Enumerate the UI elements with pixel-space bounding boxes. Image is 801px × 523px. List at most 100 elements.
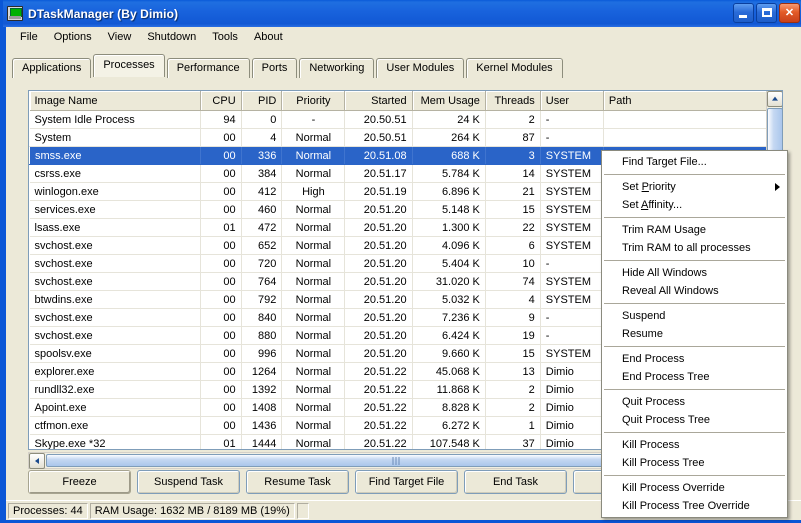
- cell-cpu: 00: [200, 363, 241, 381]
- table-header-row: Image Name CPU PID Priority Started Mem …: [30, 91, 782, 111]
- find-target-file-button[interactable]: Find Target File: [355, 470, 458, 494]
- table-row[interactable]: System004Normal20.50.51264 K87-: [30, 129, 782, 147]
- scroll-up-icon[interactable]: [767, 91, 783, 107]
- cell-threads: 37: [485, 435, 540, 451]
- context-menu-item-set-priority[interactable]: Set Priority: [602, 178, 787, 196]
- scroll-left-icon[interactable]: [29, 453, 45, 469]
- cell-priority: -: [282, 111, 345, 129]
- cell-user: Dimio: [540, 399, 603, 417]
- context-menu-item-resume[interactable]: Resume: [602, 325, 787, 343]
- cell-cpu: 01: [200, 219, 241, 237]
- col-threads[interactable]: Threads: [485, 91, 540, 111]
- cell-started: 20.51.20: [345, 219, 412, 237]
- cell-priority: Normal: [282, 399, 345, 417]
- cell-pid: 720: [241, 255, 282, 273]
- cell-cpu: 00: [200, 327, 241, 345]
- cell-priority: Normal: [282, 327, 345, 345]
- tab-applications[interactable]: Applications: [12, 58, 91, 78]
- cell-name: System: [30, 129, 201, 147]
- end-task-button[interactable]: End Task: [464, 470, 567, 494]
- cell-cpu: 00: [200, 345, 241, 363]
- cell-threads: 2: [485, 399, 540, 417]
- cell-priority: Normal: [282, 417, 345, 435]
- col-path[interactable]: Path: [603, 91, 781, 111]
- context-menu-separator: [604, 303, 785, 304]
- cell-pid: 336: [241, 147, 282, 165]
- cell-cpu: 00: [200, 237, 241, 255]
- context-menu-item-kill-process-override[interactable]: Kill Process Override: [602, 479, 787, 497]
- cell-pid: 880: [241, 327, 282, 345]
- context-menu-item-suspend[interactable]: Suspend: [602, 307, 787, 325]
- cell-threads: 15: [485, 201, 540, 219]
- cell-threads: 15: [485, 345, 540, 363]
- table-row[interactable]: System Idle Process940-20.50.5124 K2-: [30, 111, 782, 129]
- context-menu-item-quit-process[interactable]: Quit Process: [602, 393, 787, 411]
- cell-mem: 688 K: [412, 147, 485, 165]
- cell-threads: 2: [485, 111, 540, 129]
- cell-priority: Normal: [282, 219, 345, 237]
- menu-item-shutdown[interactable]: Shutdown: [139, 29, 204, 45]
- context-menu-item-kill-process-tree[interactable]: Kill Process Tree: [602, 454, 787, 472]
- tab-kernel-modules[interactable]: Kernel Modules: [466, 58, 562, 78]
- cell-pid: 1264: [241, 363, 282, 381]
- context-menu-item-end-process[interactable]: End Process: [602, 350, 787, 368]
- menu-item-tools[interactable]: Tools: [204, 29, 246, 45]
- cell-pid: 764: [241, 273, 282, 291]
- context-menu-item-set-affinity[interactable]: Set Affinity...: [602, 196, 787, 214]
- cell-threads: 21: [485, 183, 540, 201]
- context-menu-item-trim-ram-to-all-processes[interactable]: Trim RAM to all processes: [602, 239, 787, 257]
- tab-processes[interactable]: Processes: [93, 54, 164, 77]
- cell-threads: 14: [485, 165, 540, 183]
- col-user[interactable]: User: [540, 91, 603, 111]
- context-menu-item-kill-process-tree-override[interactable]: Kill Process Tree Override: [602, 497, 787, 515]
- cell-started: 20.51.08: [345, 147, 412, 165]
- cell-threads: 9: [485, 309, 540, 327]
- menu-item-view[interactable]: View: [100, 29, 140, 45]
- context-menu-item-end-process-tree[interactable]: End Process Tree: [602, 368, 787, 386]
- freeze-button[interactable]: Freeze: [28, 470, 131, 494]
- cell-user: -: [540, 309, 603, 327]
- cell-cpu: 00: [200, 129, 241, 147]
- maximize-button[interactable]: [756, 3, 777, 23]
- context-menu-item-quit-process-tree[interactable]: Quit Process Tree: [602, 411, 787, 429]
- tab-user-modules[interactable]: User Modules: [376, 58, 464, 78]
- context-menu-item-trim-ram-usage[interactable]: Trim RAM Usage: [602, 221, 787, 239]
- col-started[interactable]: Started: [345, 91, 412, 111]
- context-menu-separator: [604, 475, 785, 476]
- cell-pid: 792: [241, 291, 282, 309]
- cell-pid: 1436: [241, 417, 282, 435]
- tab-ports[interactable]: Ports: [252, 58, 298, 78]
- context-menu-item-reveal-all-windows[interactable]: Reveal All Windows: [602, 282, 787, 300]
- context-menu-item-kill-process[interactable]: Kill Process: [602, 436, 787, 454]
- cell-priority: Normal: [282, 435, 345, 451]
- cell-cpu: 00: [200, 165, 241, 183]
- cell-mem: 6.424 K: [412, 327, 485, 345]
- suspend-task-button[interactable]: Suspend Task: [137, 470, 240, 494]
- context-menu-item-find-target-file[interactable]: Find Target File...: [602, 153, 787, 171]
- context-menu-item-hide-all-windows[interactable]: Hide All Windows: [602, 264, 787, 282]
- cell-mem: 5.784 K: [412, 165, 485, 183]
- window-title: DTaskManager (By Dimio): [28, 7, 178, 21]
- col-image-name[interactable]: Image Name: [30, 91, 201, 111]
- cell-user: Dimio: [540, 417, 603, 435]
- cell-started: 20.51.20: [345, 309, 412, 327]
- cell-started: 20.51.22: [345, 399, 412, 417]
- menu-item-about[interactable]: About: [246, 29, 291, 45]
- minimize-button[interactable]: [733, 3, 754, 23]
- col-cpu[interactable]: CPU: [200, 91, 241, 111]
- resume-task-button[interactable]: Resume Task: [246, 470, 349, 494]
- menu-item-options[interactable]: Options: [46, 29, 100, 45]
- cell-cpu: 00: [200, 381, 241, 399]
- menu-item-file[interactable]: File: [12, 29, 46, 45]
- tab-performance[interactable]: Performance: [167, 58, 250, 78]
- cell-started: 20.51.20: [345, 255, 412, 273]
- col-priority[interactable]: Priority: [282, 91, 345, 111]
- cell-name: svchost.exe: [30, 273, 201, 291]
- tab-networking[interactable]: Networking: [299, 58, 374, 78]
- cell-priority: Normal: [282, 273, 345, 291]
- col-pid[interactable]: PID: [241, 91, 282, 111]
- col-mem-usage[interactable]: Mem Usage: [412, 91, 485, 111]
- process-context-menu[interactable]: Find Target File... Set PrioritySet Affin…: [601, 150, 788, 518]
- cell-started: 20.51.20: [345, 273, 412, 291]
- close-button[interactable]: ✕: [779, 3, 800, 23]
